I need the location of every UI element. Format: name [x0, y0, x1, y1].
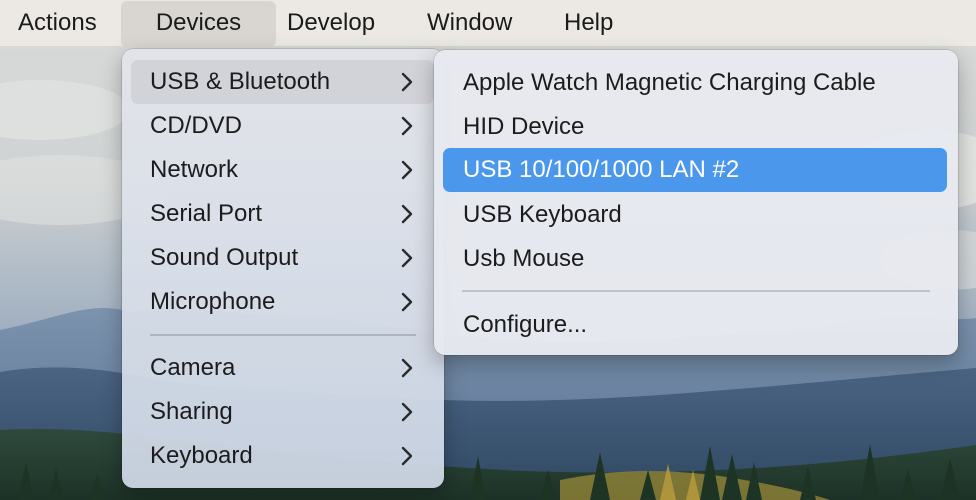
menubar-item-develop[interactable]: Develop: [275, 0, 387, 46]
menu-item-label: USB & Bluetooth: [150, 68, 331, 95]
menu-item-label: Camera: [150, 354, 236, 381]
menu-item-usb-mouse[interactable]: Usb Mouse: [443, 237, 947, 281]
menu-separator: [462, 290, 930, 292]
chevron-right-icon: [400, 148, 414, 192]
menu-separator: [150, 334, 416, 336]
chevron-right-icon: [400, 346, 414, 390]
menu-item-label: Microphone: [150, 288, 276, 315]
menu-item-serial-port[interactable]: Serial Port: [131, 192, 434, 236]
menu-item-network[interactable]: Network: [131, 148, 434, 192]
menubar-item-window[interactable]: Window: [415, 0, 524, 46]
menu-item-keyboard[interactable]: Keyboard: [131, 434, 434, 478]
chevron-right-icon: [400, 390, 414, 434]
menu-item-sharing[interactable]: Sharing: [131, 390, 434, 434]
chevron-right-icon: [400, 60, 414, 104]
menu-item-label: Sound Output: [150, 244, 299, 271]
menubar-item-help[interactable]: Help: [552, 0, 625, 46]
devices-menu: USB & Bluetooth CD/DVD Network Serial Po…: [122, 49, 444, 488]
menu-bar: Actions Devices Develop Window Help: [0, 0, 976, 47]
menu-item-label: Keyboard: [150, 442, 253, 469]
chevron-right-icon: [400, 434, 414, 478]
usb-bluetooth-submenu: Apple Watch Magnetic Charging Cable HID …: [434, 50, 958, 355]
menu-item-usb-keyboard[interactable]: USB Keyboard: [443, 193, 947, 237]
chevron-right-icon: [400, 192, 414, 236]
chevron-right-icon: [400, 104, 414, 148]
menu-item-configure[interactable]: Configure...: [443, 303, 947, 347]
menu-item-label: CD/DVD: [150, 112, 243, 139]
chevron-right-icon: [400, 236, 414, 280]
menu-item-sound-output[interactable]: Sound Output: [131, 236, 434, 280]
menu-item-label: Network: [150, 156, 239, 183]
menu-item-hid-device[interactable]: HID Device: [443, 105, 947, 149]
menu-item-microphone[interactable]: Microphone: [131, 280, 434, 324]
menu-item-usb-lan-2[interactable]: USB 10/100/1000 LAN #2: [443, 148, 947, 192]
menubar-item-devices[interactable]: Devices: [121, 1, 276, 47]
menu-item-camera[interactable]: Camera: [131, 346, 434, 390]
menu-item-apple-watch-charging-cable[interactable]: Apple Watch Magnetic Charging Cable: [443, 61, 947, 105]
menu-item-label: Serial Port: [150, 200, 263, 227]
menu-item-cd-dvd[interactable]: CD/DVD: [131, 104, 434, 148]
menu-item-usb-bluetooth[interactable]: USB & Bluetooth: [131, 60, 434, 104]
chevron-right-icon: [400, 280, 414, 324]
menu-item-label: Sharing: [150, 398, 233, 425]
menubar-item-actions[interactable]: Actions: [6, 0, 109, 46]
